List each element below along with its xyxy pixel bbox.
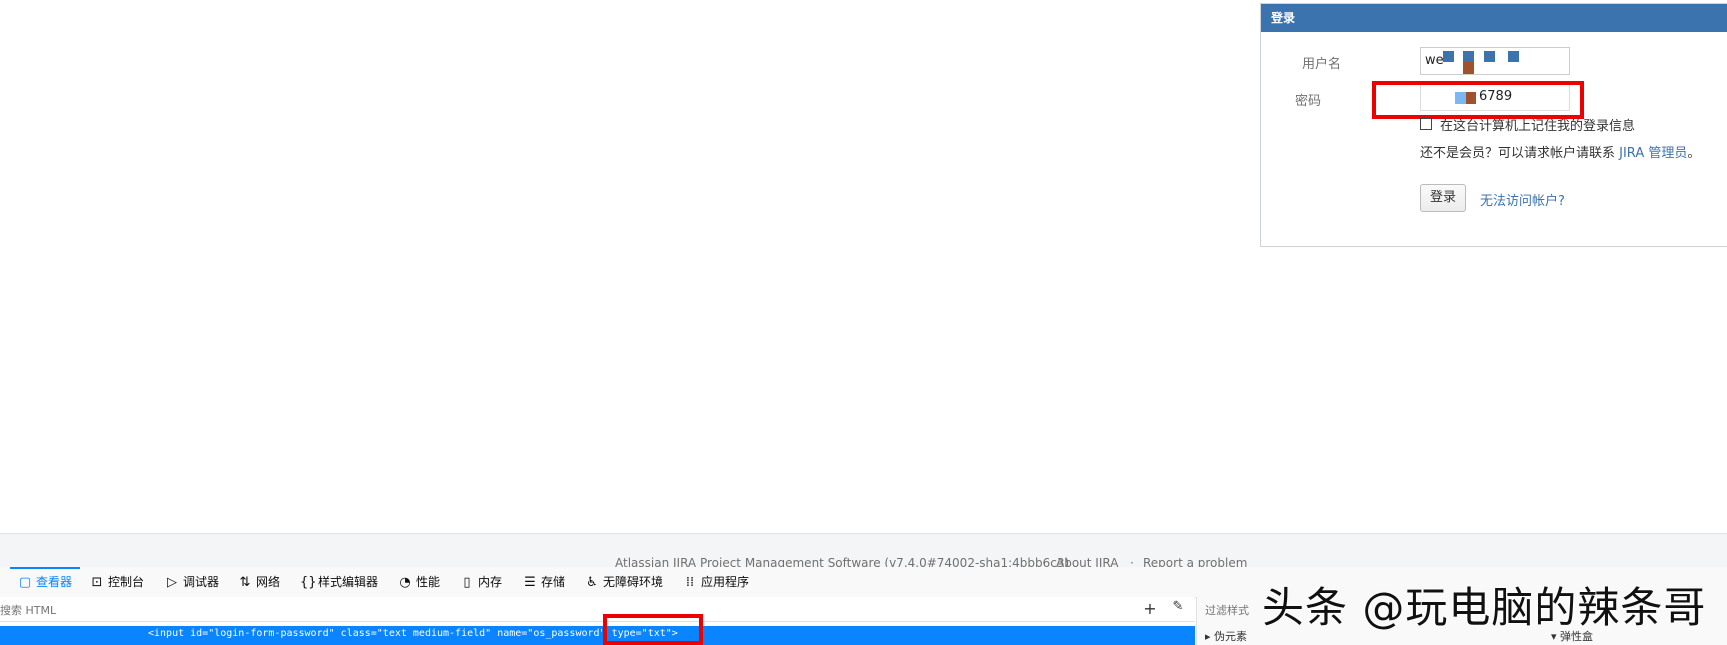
login-button[interactable]: 登录 (1420, 184, 1467, 212)
tab-inspector[interactable]: ▢ 查看器 (10, 567, 81, 597)
tab-performance[interactable]: ◔ 性能 (398, 567, 440, 597)
memory-icon: ▯ (463, 575, 471, 590)
not-member-prefix: 还不是会员？可以请求帐户请联系 (1420, 146, 1620, 161)
pseudo-elements-label: 伪元素 (1214, 630, 1248, 643)
jira-admin-link[interactable]: JIRA 管理员 (1619, 146, 1687, 161)
cannot-access-link[interactable]: 无法访问帐户? (1480, 190, 1565, 209)
password-label: 密码 (1294, 94, 1321, 109)
tab-label: 网络 (256, 575, 281, 589)
tab-debugger[interactable]: ▷ 调试器 (165, 567, 219, 597)
html-search-input[interactable] (0, 597, 1102, 623)
remember-me-label: 在这台计算机上记住我的登录信息 (1440, 119, 1636, 134)
tab-network[interactable]: ⇅ 网络 (238, 567, 280, 597)
tab-style-editor[interactable]: {}样式编辑器 (300, 567, 378, 597)
add-node-icon[interactable]: + (1140, 599, 1160, 618)
tab-label: 性能 (416, 575, 441, 589)
style-editor-icon: {} (300, 575, 317, 590)
highlight-box-password (1372, 81, 1584, 119)
tab-label: 控制台 (108, 575, 145, 589)
username-label: 用户名 (1301, 57, 1341, 72)
application-icon: ⁞⁞ (685, 575, 695, 590)
redaction-mark (1484, 51, 1495, 62)
page-footer: Atlassian JIRA Project Management Softwa… (0, 533, 1727, 570)
tab-label: 存储 (541, 575, 566, 589)
tab-memory[interactable]: ▯ 内存 (460, 567, 502, 597)
accessibility-icon: ♿ (586, 575, 598, 590)
tab-label: 调试器 (183, 575, 220, 589)
inspector-icon: ▢ (18, 575, 32, 590)
debugger-icon: ▷ (167, 575, 177, 590)
login-panel: 登录 用户名 we 密码 6789 在这台计算机上记住我的登录信息 还不是会员？… (1260, 3, 1727, 247)
redaction-mark (1463, 62, 1474, 74)
username-value: we (1425, 53, 1444, 68)
tab-label: 样式编辑器 (318, 575, 379, 589)
tab-label: 查看器 (36, 575, 73, 589)
tab-accessibility[interactable]: ♿ 无障碍环境 (585, 567, 663, 597)
html-node-code: <input id="login-form-password" class="t… (148, 628, 678, 639)
tab-console[interactable]: ⊡ 控制台 (90, 567, 144, 597)
tab-label: 内存 (478, 575, 503, 589)
console-icon: ⊡ (91, 575, 103, 590)
eyedropper-icon[interactable]: ✎ (1168, 599, 1188, 614)
not-member-suffix: 。 (1687, 146, 1701, 161)
selected-html-node[interactable]: <input id="login-form-password" class="t… (0, 626, 1195, 645)
tab-label: 应用程序 (701, 575, 750, 589)
tab-application[interactable]: ⁞⁞ 应用程序 (683, 567, 749, 597)
tab-label: 无障碍环境 (603, 575, 664, 589)
html-search-row: + ✎ (0, 597, 1195, 623)
storage-icon: ☰ (524, 575, 536, 590)
redaction-mark (1443, 51, 1454, 62)
performance-icon: ◔ (399, 575, 411, 590)
not-member-text: 还不是会员？可以请求帐户请联系 JIRA 管理员。 (1420, 142, 1700, 161)
pseudo-elements-toggle[interactable]: ▸ 伪元素 (1205, 628, 1247, 644)
tab-storage[interactable]: ☰ 存储 (523, 567, 565, 597)
login-header: 登录 (1261, 4, 1727, 32)
filter-styles-input[interactable]: 过滤样式 (1205, 602, 1249, 618)
network-icon: ⇅ (239, 575, 251, 590)
remember-me-checkbox[interactable] (1420, 118, 1432, 130)
watermark: 头条 @玩电脑的辣条哥 (1262, 583, 1707, 632)
redaction-mark (1508, 51, 1519, 62)
highlight-box-type-attr (603, 614, 703, 645)
